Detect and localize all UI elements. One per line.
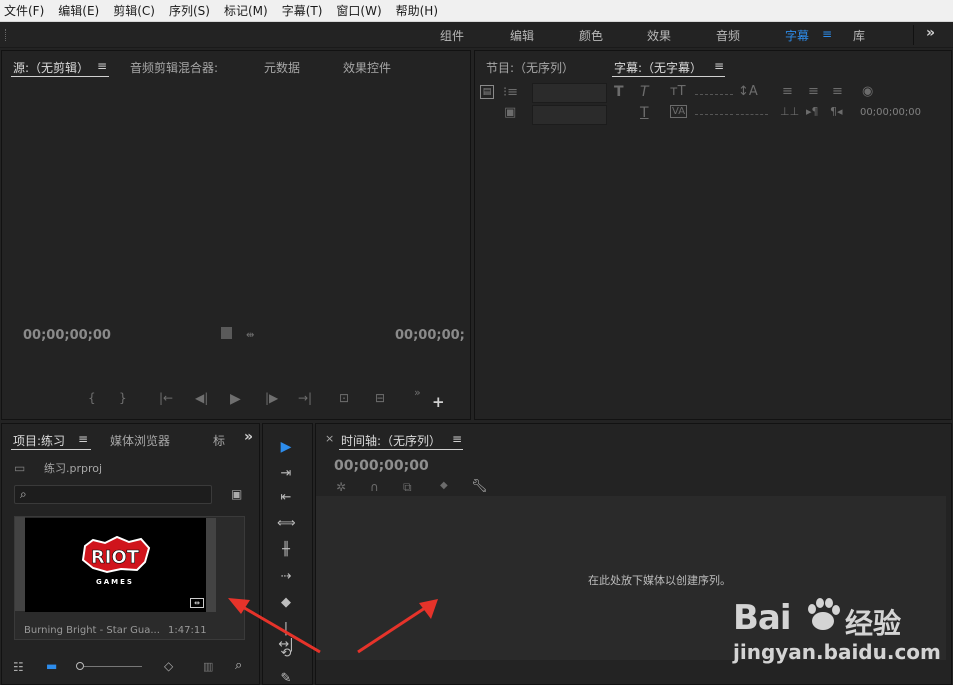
premiere-window: 文件(F) 编辑(E) 剪辑(C) 序列(S) 标记(M) 字幕(T) 窗口(W… [0, 0, 953, 685]
watermark-brand-suffix: 经验 [845, 607, 902, 640]
watermark-url: jingyan.baidu.com [733, 640, 941, 664]
annotation-arrows [228, 598, 438, 654]
watermark-brand: Bai [733, 598, 792, 638]
paw-logo [803, 594, 843, 634]
